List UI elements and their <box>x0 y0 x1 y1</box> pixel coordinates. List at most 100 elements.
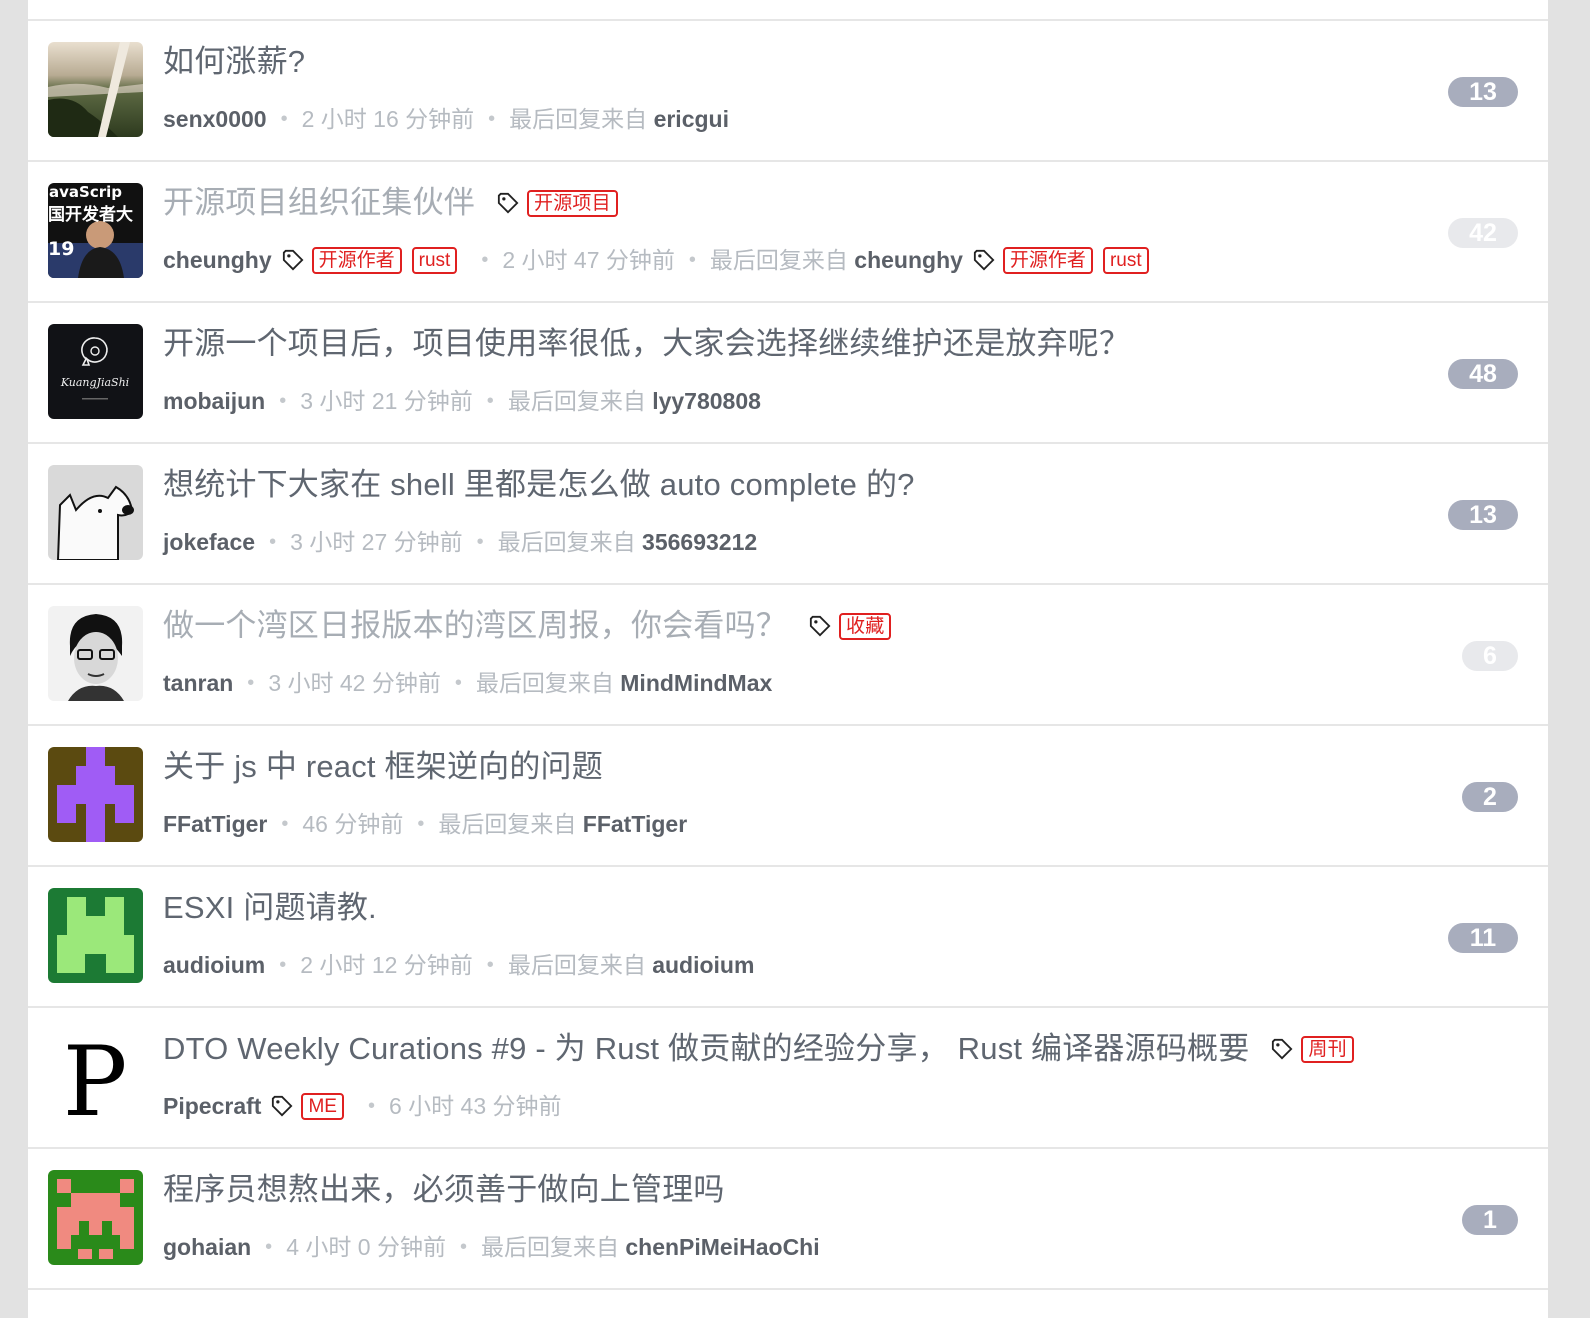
tag-icon <box>282 249 304 271</box>
topic-title-link[interactable]: 开源一个项目后，项目使用率很低，大家会选择继续维护还是放弃呢？ <box>163 322 1130 366</box>
tag-icon <box>272 1095 293 1117</box>
topic-title-line: 程序员想熬出来，必须善于做向上管理吗 <box>163 1168 725 1212</box>
reply-count-badge[interactable]: 1 <box>1462 1205 1518 1235</box>
reply-count-badge[interactable]: 13 <box>1448 500 1518 530</box>
user-tag[interactable]: 开源作者 <box>1002 246 1093 274</box>
last-reply-user-link[interactable]: MindMindMax <box>620 665 772 701</box>
topic-title-line: 做一个湾区日报版本的湾区周报，你会看吗？ 收藏 <box>163 604 901 648</box>
separator-dot: • <box>247 672 255 694</box>
topic-title-line: 想统计下大家在 shell 里都是怎么做 auto complete 的? <box>163 463 915 507</box>
avatar[interactable] <box>48 1170 143 1265</box>
topic-title-line: 开源项目组织征集伙伴 开源项目 <box>163 181 628 225</box>
last-reply-user-link[interactable]: chenPiMeiHaoChi <box>625 1229 819 1265</box>
topic-title-line: 关于 js 中 react 框架逆向的问题 <box>163 745 603 789</box>
avatar-banner-text-3: 19 <box>48 238 74 260</box>
avatar[interactable]: P <box>48 1029 143 1124</box>
title-tag[interactable]: 开源项目 <box>527 189 618 217</box>
topic-row: P DTO Weekly Curations #9 - 为 Rust 做贡献的经… <box>28 1008 1548 1149</box>
avatar-letter: P <box>63 1029 128 1124</box>
topic-time: 3 小时 21 分钟前 <box>300 388 473 414</box>
reply-count-badge[interactable]: 48 <box>1448 359 1518 389</box>
reply-count-badge[interactable]: 13 <box>1448 77 1518 107</box>
separator-dot: • <box>367 1095 375 1117</box>
reply-count-badge[interactable]: 6 <box>1462 641 1518 671</box>
topic-time: 3 小时 27 分钟前 <box>290 529 463 555</box>
topic-row: avaScrip 国开发者大 19 开源项目组织征集伙伴 开源项目 cheung… <box>28 162 1548 303</box>
separator-dot: • <box>459 1236 467 1258</box>
separator-dot: • <box>265 1236 273 1258</box>
last-reply-prefix: 最后回复来自 <box>480 1234 619 1260</box>
user-tag[interactable]: ME <box>301 1092 344 1120</box>
author-link[interactable]: FFatTiger <box>163 806 267 842</box>
topic-row: KuangJiaShi 开源一个项目后，项目使用率很低，大家会选择继续维护还是放… <box>28 303 1548 444</box>
author-link[interactable]: gohaian <box>163 1229 251 1265</box>
last-reply-user-link[interactable]: audioium <box>652 947 754 983</box>
topic-meta: cheunghy 开源作者 rust • 2 小时 47 分钟前 • 最后回复来… <box>163 242 1159 278</box>
avatar-banner-text-2: 国开发者大 <box>48 204 133 225</box>
title-tag[interactable]: 收藏 <box>839 612 892 640</box>
avatar[interactable]: KuangJiaShi <box>48 324 143 419</box>
author-link[interactable]: mobaijun <box>163 383 265 419</box>
last-reply-prefix: 最后回复来自 <box>475 670 614 696</box>
user-tag[interactable]: rust <box>1102 246 1149 274</box>
topic-time: 6 小时 43 分钟前 <box>388 1093 562 1119</box>
separator-dot: • <box>476 531 484 553</box>
topic-row: 做一个湾区日报版本的湾区周报，你会看吗？ 收藏 tanran • 3 小时 42… <box>28 585 1548 726</box>
topic-meta: audioium • 2 小时 12 分钟前 • 最后回复来自 audioium <box>163 947 754 983</box>
topic-list-panel: 如何涨薪? senx0000 • 2 小时 16 分钟前 • 最后回复来自 er… <box>28 0 1548 1318</box>
user-tag[interactable]: 开源作者 <box>311 246 402 274</box>
author-link[interactable]: jokeface <box>163 524 255 560</box>
avatar[interactable] <box>48 747 143 842</box>
last-reply-user-link[interactable]: cheunghy <box>854 242 963 278</box>
topic-title-line: ESXI 问题请教. <box>163 886 377 930</box>
separator-dot: • <box>280 108 288 130</box>
last-reply-user-link[interactable]: ericgui <box>654 101 729 137</box>
topic-title-link[interactable]: 想统计下大家在 shell 里都是怎么做 auto complete 的? <box>163 463 915 507</box>
topic-title-link[interactable]: DTO Weekly Curations #9 - 为 Rust 做贡献的经验分… <box>163 1027 1249 1071</box>
last-reply-user-link[interactable]: FFatTiger <box>583 806 687 842</box>
reply-count-badge[interactable]: 11 <box>1448 923 1518 953</box>
tag-icon <box>497 192 519 214</box>
topic-meta: Pipecraft ME • 6 小时 43 分钟前 <box>163 1088 562 1124</box>
avatar[interactable] <box>48 465 143 560</box>
topic-meta: FFatTiger • 46 分钟前 • 最后回复来自 FFatTiger <box>163 806 687 842</box>
topic-row: 程序员想熬出来，必须善于做向上管理吗 gohaian • 4 小时 0 分钟前 … <box>28 1149 1548 1290</box>
topic-row: 如何涨薪? senx0000 • 2 小时 16 分钟前 • 最后回复来自 er… <box>28 21 1548 162</box>
reply-count-badge[interactable]: 42 <box>1448 218 1518 248</box>
avatar[interactable] <box>48 42 143 137</box>
author-link[interactable]: Pipecraft <box>163 1088 261 1124</box>
topic-time: 3 小时 42 分钟前 <box>268 670 441 696</box>
topic-time: 4 小时 0 分钟前 <box>286 1234 446 1260</box>
topic-title-line: 开源一个项目后，项目使用率很低，大家会选择继续维护还是放弃呢？ <box>163 322 1130 366</box>
last-reply-user-link[interactable]: 356693212 <box>642 524 757 560</box>
tag-icon <box>1272 1038 1293 1060</box>
topic-row: ESXI 问题请教. audioium • 2 小时 12 分钟前 • 最后回复… <box>28 867 1548 1008</box>
topic-time: 2 小时 12 分钟前 <box>300 952 473 978</box>
topic-time: 2 小时 16 分钟前 <box>301 106 475 132</box>
avatar[interactable] <box>48 888 143 983</box>
topic-title-link[interactable]: 关于 js 中 react 框架逆向的问题 <box>163 745 603 789</box>
topic-title-link[interactable]: 程序员想熬出来，必须善于做向上管理吗 <box>163 1168 725 1212</box>
separator-dot: • <box>279 954 287 976</box>
last-reply-user-link[interactable]: lyy780808 <box>652 383 761 419</box>
avatar[interactable] <box>48 606 143 701</box>
separator-dot: • <box>279 390 287 412</box>
topic-title-link[interactable]: 做一个湾区日报版本的湾区周报，你会看吗？ <box>163 604 787 648</box>
topic-meta: mobaijun • 3 小时 21 分钟前 • 最后回复来自 lyy78080… <box>163 383 761 419</box>
separator-dot: • <box>417 813 425 835</box>
last-reply-prefix: 最后回复来自 <box>509 106 648 132</box>
user-tag[interactable]: rust <box>411 246 458 274</box>
author-link[interactable]: senx0000 <box>163 101 267 137</box>
topic-title-link[interactable]: ESXI 问题请教. <box>163 886 377 930</box>
author-link[interactable]: cheunghy <box>163 242 272 278</box>
topic-title-link[interactable]: 开源项目组织征集伙伴 <box>163 181 475 225</box>
separator-dot: • <box>688 249 696 271</box>
avatar[interactable]: avaScrip 国开发者大 19 <box>48 183 143 278</box>
topic-title-link[interactable]: 如何涨薪? <box>163 40 305 84</box>
author-link[interactable]: audioium <box>163 947 265 983</box>
author-link[interactable]: tanran <box>163 665 233 701</box>
reply-count-badge[interactable]: 2 <box>1462 782 1518 812</box>
topic-time: 2 小时 47 分钟前 <box>502 247 675 273</box>
separator-dot: • <box>269 531 277 553</box>
title-tag[interactable]: 周刊 <box>1301 1035 1354 1063</box>
